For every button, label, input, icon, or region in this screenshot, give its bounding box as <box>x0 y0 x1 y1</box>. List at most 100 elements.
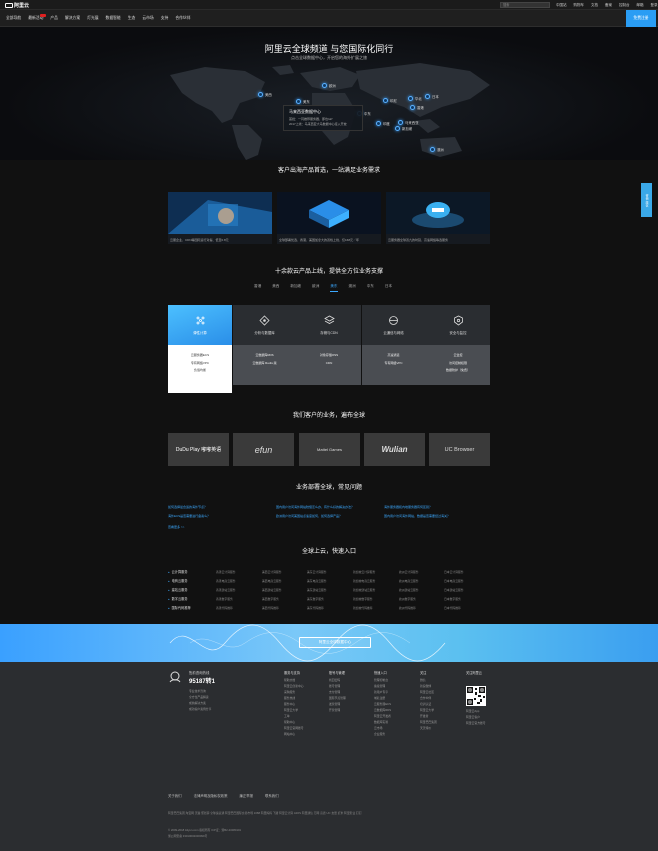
product-col-network[interactable]: 云通信与网络 高速通道 专有网络VPC <box>361 305 426 393</box>
footer-qr-links: 阿里云App 阿里云客户 阿里云官方账号 <box>466 709 486 725</box>
nav-data[interactable]: 数据智能 <box>106 10 121 27</box>
location-dot-icon <box>322 83 327 88</box>
nav-lights[interactable]: 灯光展 <box>87 10 98 27</box>
tab-us-east[interactable]: 美东 <box>330 284 338 292</box>
feedback-float-button[interactable]: 咨询·建议 <box>641 183 652 217</box>
product-link[interactable]: 负载均衡 <box>168 367 232 375</box>
nav-partners[interactable]: 合作伙伴 <box>175 10 190 27</box>
nav-solutions[interactable]: 解决方案 <box>65 10 80 27</box>
tab-europe[interactable]: 欧洲 <box>312 284 319 292</box>
nav-eco[interactable]: 生态 <box>128 10 136 27</box>
location-dot-icon <box>408 96 413 101</box>
top-link-region[interactable]: 中国站 <box>556 2 567 8</box>
promo-card-2[interactable]: 全球部署优选、香港、美国加拿大的双栈上线、仅168元／年 <box>277 192 381 244</box>
shield-icon <box>453 315 463 326</box>
pin-us-east[interactable]: 美东 <box>296 99 310 104</box>
footer: 售前咨询热线 95187转1 专业技术咨询 全方位产品解读 成熟解决方案 成功客… <box>0 662 658 851</box>
entry-col-hongkong: 香港云计算服务 香港电商云服务 香港建站云服务 香港数字服务 香港代码推荐 <box>216 570 236 610</box>
compute-icon <box>196 316 204 325</box>
pin-north-china[interactable]: 华北 <box>408 96 422 101</box>
product-link[interactable]: CDN <box>297 360 361 368</box>
customer-logo-dudu: DuDu Play 嘟嘟英语 <box>168 433 229 466</box>
nav-events[interactable]: 最新活动 <box>28 10 47 27</box>
tab-japan[interactable]: 日本 <box>385 284 392 292</box>
faq-link[interactable]: 如何选择最合适的海外节点？ <box>168 505 207 509</box>
entry-col-singapore: 新加坡云计算服务 新加坡电商云服务 新加坡建站云服务 新加坡数字服务 新加坡代码推荐 <box>353 570 376 610</box>
pin-singapore[interactable]: 新加坡 <box>395 126 412 131</box>
entry-category[interactable]: 数字云服务 <box>168 595 191 604</box>
nav-market[interactable]: 云市场 <box>142 10 153 27</box>
top-link-docs[interactable]: 文档 <box>591 2 598 8</box>
product-link[interactable]: 云服务器ECS <box>168 352 232 360</box>
product-link[interactable]: 高速通道 <box>362 352 426 360</box>
pin-hongkong[interactable]: 香港 <box>410 105 424 110</box>
data-center-button[interactable]: 阿里云全球数据中心 <box>299 637 371 648</box>
footer-copyright: © 2009-2018 Aliyun.com 版权所有 ICP证：浙B2-200… <box>168 828 242 832</box>
product-col-database[interactable]: 分析与数据库 云数据库RDS 云数据库 Redis 版 <box>232 305 297 393</box>
faq-link[interactable]: 海外ECS是否需要进行备案么？ <box>168 514 210 518</box>
product-link[interactable]: 云数据库 Redis 版 <box>233 360 297 368</box>
location-dot-icon <box>395 126 400 131</box>
location-dot-icon <box>376 121 381 126</box>
top-link-icp[interactable]: 备案 <box>605 2 612 8</box>
entry-category[interactable]: 建站云服务 <box>168 586 191 595</box>
product-col-storage[interactable]: 存储与CDN 对象存储OSS CDN <box>297 305 361 393</box>
qr-code-icon <box>466 686 486 706</box>
logo[interactable]: 阿里云 <box>5 2 29 9</box>
location-dot-icon <box>410 105 415 110</box>
hotline-block: 售前咨询热线 95187转1 专业技术咨询 全方位产品解读 成熟解决方案 成功客… <box>189 671 216 711</box>
pin-japan[interactable]: 日本 <box>425 94 439 99</box>
faq-link[interactable]: 海外服务器和内地服务器有何区别？ <box>384 505 432 509</box>
product-col-compute[interactable]: 弹性计算 云服务器ECS 专有网络VPC 负载均衡 <box>168 305 232 393</box>
tab-hongkong[interactable]: 香港 <box>254 284 261 292</box>
faq-link[interactable]: 国内用户访问海外网站较慢怎么办，有什么好的解决办法？ <box>276 505 354 509</box>
entry-category[interactable]: 云计算服务 <box>168 568 191 577</box>
network-icon <box>389 316 398 325</box>
customer-logo-wulian: Wulian <box>364 433 425 466</box>
pin-indonesia[interactable]: 印尼 <box>383 98 397 103</box>
pin-malaysia[interactable]: 马来西亚 <box>398 120 419 125</box>
promo-title: 客户出海产品首选，一站满足业务需求 <box>277 168 380 174</box>
product-link[interactable]: 云监控 <box>426 352 490 360</box>
product-link[interactable]: 专有网络VPC <box>168 360 232 368</box>
product-link[interactable]: 访问控制权限 <box>426 360 490 368</box>
top-link-login[interactable]: 登录 <box>651 2 658 8</box>
pin-us-west[interactable]: 美西 <box>258 92 272 97</box>
footer-group-links[interactable]: 阿里巴巴集团 淘宝网 天猫 聚划算 全球速卖通 阿里巴巴国际交易市场 1688 … <box>168 811 362 815</box>
product-link[interactable]: 对象存储OSS <box>297 352 361 360</box>
entry-category[interactable]: 国际代码推荐 <box>168 604 191 613</box>
search-input[interactable]: 搜索 <box>500 2 550 8</box>
location-dot-icon <box>398 120 403 125</box>
top-link-console[interactable]: 控制台 <box>619 2 630 8</box>
tab-australia[interactable]: 澳洲 <box>349 284 356 292</box>
product-link[interactable]: 专有网络VPC <box>362 360 426 368</box>
products-title: 十余款云产品上线，提供全方位业务支撑 <box>274 269 383 275</box>
footer-police[interactable]: 浙公网安备 33010002000099号 <box>168 834 207 838</box>
nav-all[interactable]: 全部导航 <box>6 10 21 27</box>
product-link[interactable]: 数据防护（免费） <box>426 367 490 375</box>
nav-products[interactable]: 产品 <box>50 10 58 27</box>
product-col-security[interactable]: 安全与监控 云监控 访问控制权限 数据防护（免费） <box>426 305 490 393</box>
faq-link[interactable]: 欧洲用户访问美国站点速度如何，如何选择产品？ <box>276 514 342 518</box>
entry-col-europe: 欧洲云计算服务 欧洲电商云服务 欧洲建站云服务 欧洲数字服务 欧洲代码推荐 <box>399 570 419 610</box>
top-link-cart[interactable]: 购物车 <box>574 2 585 8</box>
pin-india[interactable]: 印度 <box>376 121 390 126</box>
footer-col-qr: 关注阿里云 <box>466 671 482 675</box>
entry-category[interactable]: 电商云服务 <box>168 577 191 586</box>
top-link-mail[interactable]: 邮箱 <box>637 2 644 8</box>
tab-singapore[interactable]: 新加坡 <box>290 284 301 292</box>
database-icon <box>259 315 270 326</box>
nav-support[interactable]: 支持 <box>161 10 169 27</box>
register-button[interactable]: 免费注册 <box>626 10 656 27</box>
pin-europe[interactable]: 欧洲 <box>322 83 336 88</box>
faq-link[interactable]: 国内用户访问海外网站，数据是否需要经过海关？ <box>384 514 450 518</box>
faq-more-link[interactable]: 查看更多 >> <box>168 525 184 529</box>
promo-card-1[interactable]: 云服企业、CDN等国际运行对提、低至0.8元 <box>168 192 272 244</box>
tab-us-west[interactable]: 美西 <box>272 284 279 292</box>
promo-card-3[interactable]: 云服务器全球双九的时延、高速网络等选服务 <box>386 192 490 244</box>
product-link[interactable]: 云数据库RDS <box>233 352 297 360</box>
entry-col-us-east: 美东云计算服务 美东电商云服务 美东建站云服务 美东数字服务 美东代码推荐 <box>307 570 327 610</box>
tab-middle-east[interactable]: 中东 <box>367 284 374 292</box>
pin-australia[interactable]: 澳洲 <box>430 147 444 152</box>
entry-col-japan: 日本云计算服务 日本电商云服务 日本建站云服务 日本数字服务 日本代码推荐 <box>444 570 464 610</box>
